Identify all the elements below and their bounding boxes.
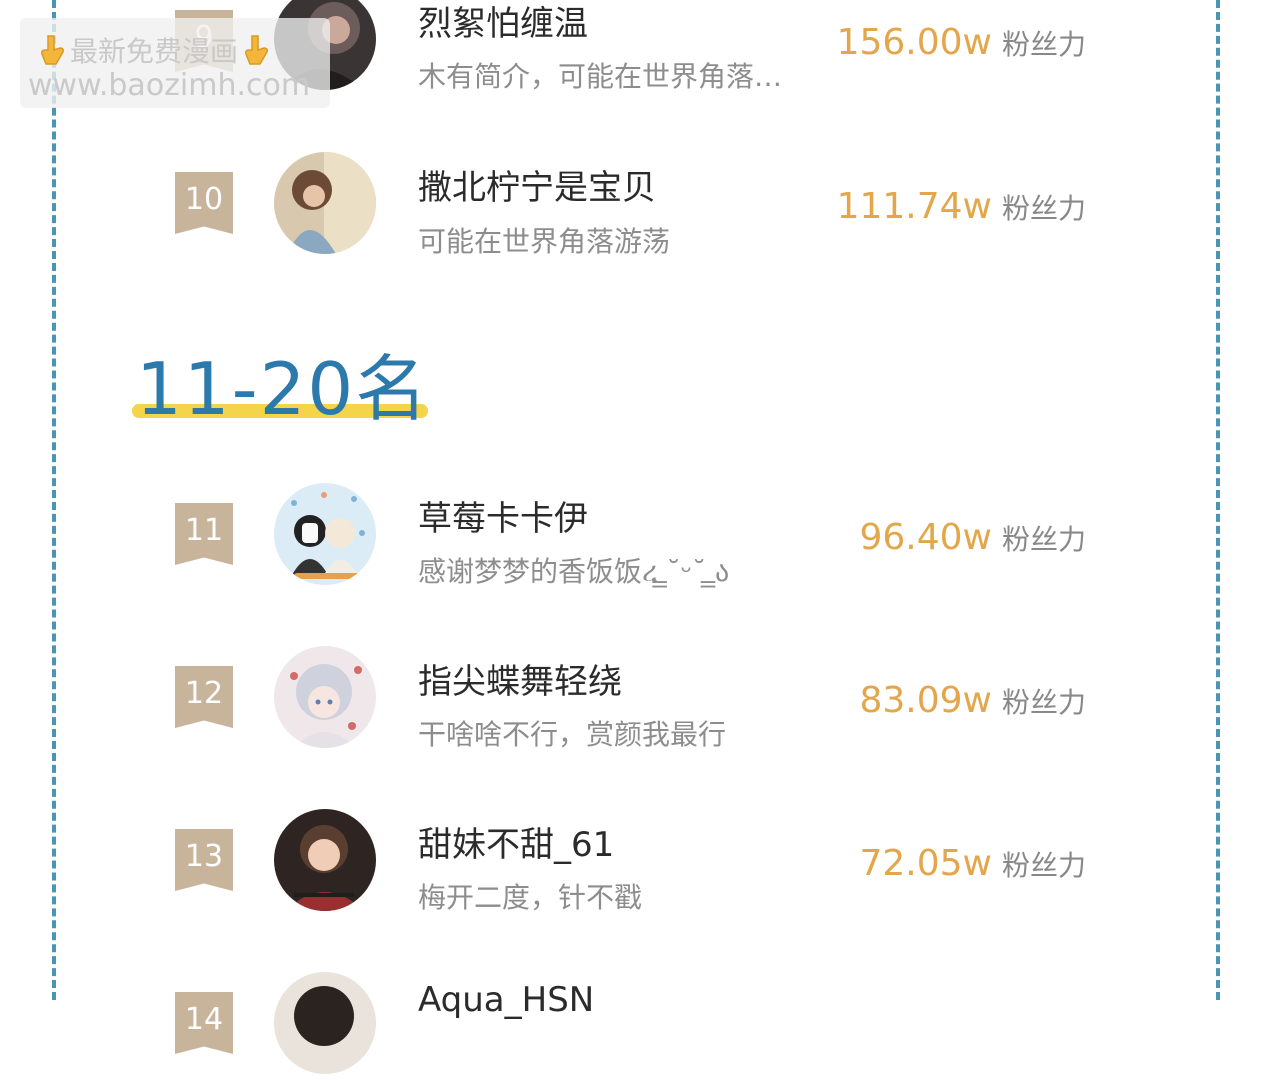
fans-label: 粉丝力	[1001, 523, 1086, 556]
fans-power: 72.05w 粉丝力	[859, 843, 1086, 884]
username[interactable]: 烈絮怕缠温	[418, 0, 588, 45]
fans-count: 96.40w	[859, 517, 992, 558]
fans-label: 粉丝力	[1001, 849, 1086, 882]
pointing-down-hand-icon	[245, 35, 268, 65]
watermark-title-row: 最新免费漫画	[38, 30, 270, 70]
rank-badge: 11	[175, 503, 233, 565]
site-watermark: 最新免费漫画 www.baozimh.com	[20, 18, 330, 108]
watermark-url: www.baozimh.com	[28, 68, 311, 103]
ranking-row[interactable]: 14 Aqua_HSN	[0, 972, 1280, 1082]
username[interactable]: 甜妹不甜_61	[418, 817, 614, 866]
avatar[interactable]	[274, 152, 376, 254]
fans-count: 111.74w	[836, 186, 992, 227]
fans-count: 72.05w	[859, 843, 992, 884]
rank-badge: 10	[175, 172, 233, 234]
user-bio: 感谢梦梦的香饭饭ረ ̳˘ᵕ˘ ̳ა	[418, 555, 730, 588]
fans-count: 83.09w	[859, 680, 992, 721]
ranking-row[interactable]: 12 指尖蝶舞轻绕 干啥啥不行，赏颜我最行 83.09w 粉丝力	[0, 646, 1280, 756]
rank-badge: 12	[175, 666, 233, 728]
username[interactable]: Aqua_HSN	[418, 980, 594, 1020]
fans-power: 156.00w 粉丝力	[837, 22, 1086, 63]
ranking-row[interactable]: 11 草莓卡卡伊 感谢梦梦的香饭饭ረ ̳˘ᵕ˘ ̳ა 96.40w 粉丝力	[0, 483, 1280, 593]
avatar[interactable]	[274, 483, 376, 585]
avatar[interactable]	[274, 646, 376, 748]
fans-count: 156.00w	[836, 22, 992, 63]
fans-power: 96.40w 粉丝力	[859, 517, 1086, 558]
user-bio: 木有简介，可能在世界角落…	[418, 60, 783, 93]
section-heading: 11-20名	[136, 347, 430, 431]
user-bio: 可能在世界角落游荡	[418, 225, 671, 258]
avatar[interactable]	[274, 809, 376, 911]
rank-badge: 13	[175, 829, 233, 891]
username[interactable]: 指尖蝶舞轻绕	[418, 654, 622, 703]
fans-label: 粉丝力	[1001, 192, 1086, 225]
fans-label: 粉丝力	[1001, 686, 1086, 719]
user-bio: 梅开二度，针不戳	[418, 881, 643, 914]
ranking-row[interactable]: 10 撒北柠宁是宝贝 可能在世界角落游荡 111.74w 粉丝力	[0, 152, 1280, 262]
pointing-down-hand-icon	[41, 35, 64, 65]
fans-power: 111.74w 粉丝力	[837, 186, 1086, 227]
fans-power: 83.09w 粉丝力	[859, 680, 1086, 721]
fans-label: 粉丝力	[1001, 28, 1086, 61]
avatar[interactable]	[274, 972, 376, 1074]
username[interactable]: 草莓卡卡伊	[418, 491, 588, 540]
watermark-title: 最新免费漫画	[70, 35, 239, 68]
rank-badge: 14	[175, 992, 233, 1054]
username[interactable]: 撒北柠宁是宝贝	[418, 160, 656, 209]
ranking-row[interactable]: 13 甜妹不甜_61 梅开二度，针不戳 72.05w 粉丝力	[0, 809, 1280, 919]
user-bio: 干啥啥不行，赏颜我最行	[418, 718, 727, 751]
